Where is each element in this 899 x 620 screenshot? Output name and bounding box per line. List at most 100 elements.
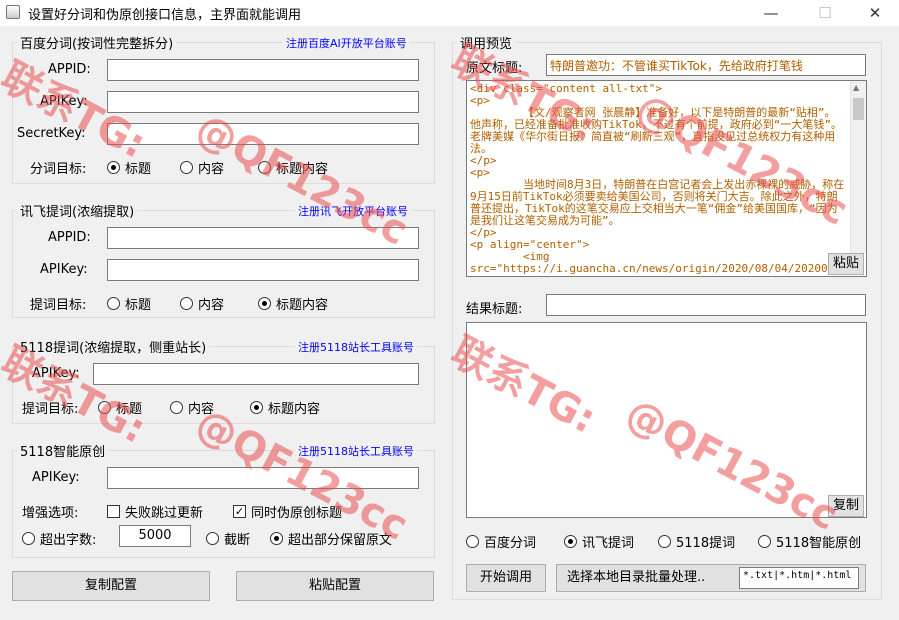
radio-indicator bbox=[180, 161, 193, 174]
w5118-target-content-radio[interactable]: 内容 bbox=[170, 398, 214, 417]
scroll-thumb[interactable] bbox=[853, 98, 864, 120]
xunfei-apikey-label: APIKey: bbox=[40, 262, 88, 277]
radio-label: 截断 bbox=[224, 533, 251, 548]
smart-apikey-input[interactable] bbox=[107, 467, 419, 489]
baidu-appid-label: APPID: bbox=[48, 62, 91, 77]
preview-group-title: 调用预览 bbox=[457, 33, 516, 52]
radio-indicator bbox=[564, 535, 577, 548]
rewrite-title-checkbox[interactable]: ✓ 同时伪原创标题 bbox=[233, 502, 342, 521]
w5118-register-link[interactable]: 注册5118站长工具账号 bbox=[295, 339, 417, 355]
radio-indicator bbox=[98, 401, 111, 414]
mode-5118-smart-radio[interactable]: 5118智能原创 bbox=[758, 532, 861, 551]
radio-indicator bbox=[758, 535, 771, 548]
radio-label: 内容 bbox=[198, 162, 225, 177]
result-title-label: 结果标题: bbox=[466, 302, 523, 317]
smart-apikey-label: APIKey: bbox=[32, 470, 80, 485]
truncate-radio[interactable]: 截断 bbox=[206, 529, 250, 548]
w5118-apikey-label: APIKey: bbox=[32, 366, 80, 381]
baidu-appid-input[interactable] bbox=[107, 59, 419, 81]
skip-on-fail-checkbox[interactable]: 失败跳过更新 bbox=[107, 502, 203, 521]
mode-5118-radio[interactable]: 5118提词 bbox=[658, 532, 735, 551]
mode-baidu-radio[interactable]: 百度分词 bbox=[466, 532, 536, 551]
xunfei-target-both-radio[interactable]: 标题内容 bbox=[258, 294, 328, 313]
baidu-target-both-radio[interactable]: 标题内容 bbox=[258, 158, 328, 177]
extension-filter-input[interactable]: *.txt|*.htm|*.html bbox=[739, 567, 859, 589]
keep-original-radio[interactable]: 超出部分保留原文 bbox=[270, 529, 392, 548]
exceed-count-input[interactable]: 5000 bbox=[119, 525, 191, 547]
close-button[interactable]: ✕ bbox=[852, 0, 898, 26]
baidu-target-title-radio[interactable]: 标题 bbox=[107, 158, 151, 177]
source-title-input[interactable]: 特朗普邀功：不管谁买TikTok，先给政府打笔钱 bbox=[546, 54, 866, 76]
radio-label: 百度分词 bbox=[484, 536, 537, 551]
xunfei-appid-input[interactable] bbox=[107, 227, 419, 249]
baidu-secretkey-input[interactable] bbox=[107, 123, 419, 145]
scroll-up-icon: ▲ bbox=[853, 83, 860, 92]
w5118-apikey-input[interactable] bbox=[93, 363, 419, 385]
radio-indicator bbox=[22, 532, 35, 545]
radio-indicator bbox=[107, 161, 120, 174]
radio-label: 讯飞提词 bbox=[582, 536, 635, 551]
checkbox-label: 同时伪原创标题 bbox=[251, 506, 343, 521]
radio-label: 标题 bbox=[125, 162, 152, 177]
checkbox-box bbox=[107, 505, 120, 518]
xunfei-target-title-radio[interactable]: 标题 bbox=[107, 294, 151, 313]
baidu-apikey-input[interactable] bbox=[107, 91, 419, 113]
baidu-secretkey-label: SecretKey: bbox=[17, 126, 86, 141]
minimize-button[interactable]: — bbox=[748, 0, 794, 26]
xunfei-appid-label: APPID: bbox=[48, 230, 91, 245]
exceed-radio[interactable]: 超出字数: bbox=[22, 529, 96, 548]
w5118-target-title-radio[interactable]: 标题 bbox=[98, 398, 142, 417]
smart-register-link[interactable]: 注册5118站长工具账号 bbox=[295, 443, 417, 459]
window-title: 设置好分词和伪原创接口信息，主界面就能调用 bbox=[28, 8, 302, 23]
radio-label: 标题内容 bbox=[268, 402, 321, 417]
source-content-textarea[interactable]: <div class="content all-txt"> <p> 【文/观察者… bbox=[466, 80, 867, 277]
mode-xunfei-radio[interactable]: 讯飞提词 bbox=[564, 532, 634, 551]
xunfei-target-label: 提词目标: bbox=[30, 298, 87, 313]
smart-enhance-label: 增强选项: bbox=[22, 506, 79, 521]
source-content-scrollbar[interactable]: ▲ bbox=[850, 81, 866, 253]
copy-button[interactable]: 复制 bbox=[828, 495, 864, 517]
radio-label: 标题内容 bbox=[276, 162, 329, 177]
radio-indicator bbox=[206, 532, 219, 545]
radio-label: 标题 bbox=[116, 402, 143, 417]
checkbox-label: 失败跳过更新 bbox=[125, 506, 204, 521]
result-content-textarea[interactable] bbox=[466, 322, 867, 518]
copy-config-button[interactable]: 复制配置 bbox=[12, 571, 210, 601]
check-icon: ✓ bbox=[233, 505, 246, 518]
radio-indicator bbox=[258, 297, 271, 310]
radio-indicator bbox=[170, 401, 183, 414]
xunfei-apikey-input[interactable] bbox=[107, 259, 419, 281]
app-icon bbox=[6, 5, 20, 19]
radio-label: 内容 bbox=[188, 402, 215, 417]
radio-indicator bbox=[180, 297, 193, 310]
baidu-target-content-radio[interactable]: 内容 bbox=[180, 158, 224, 177]
radio-indicator bbox=[270, 532, 283, 545]
radio-label: 5118提词 bbox=[676, 536, 736, 551]
radio-label: 超出字数: bbox=[40, 533, 97, 548]
xunfei-group-title: 讯飞提词(浓缩提取) bbox=[17, 201, 138, 220]
paste-button[interactable]: 粘贴 bbox=[828, 253, 864, 275]
baidu-group-title: 百度分词(按词性完整拆分) bbox=[17, 33, 177, 52]
radio-indicator bbox=[250, 401, 263, 414]
baidu-target-label: 分词目标: bbox=[30, 162, 87, 177]
baidu-register-link[interactable]: 注册百度AI开放平台账号 bbox=[283, 35, 410, 51]
radio-indicator bbox=[658, 535, 671, 548]
xunfei-target-content-radio[interactable]: 内容 bbox=[180, 294, 224, 313]
start-button[interactable]: 开始调用 bbox=[466, 564, 546, 592]
radio-label: 内容 bbox=[198, 298, 225, 313]
w5118-target-label: 提词目标: bbox=[22, 402, 79, 417]
radio-label: 超出部分保留原文 bbox=[288, 533, 393, 548]
smart-group-title: 5118智能原创 bbox=[17, 441, 109, 460]
radio-label: 5118智能原创 bbox=[776, 536, 862, 551]
w5118-target-both-radio[interactable]: 标题内容 bbox=[250, 398, 320, 417]
radio-indicator bbox=[258, 161, 271, 174]
maximize-button[interactable]: ☐ bbox=[802, 0, 848, 26]
paste-config-button[interactable]: 粘贴配置 bbox=[236, 571, 434, 601]
radio-indicator bbox=[466, 535, 479, 548]
radio-label: 标题内容 bbox=[276, 298, 329, 313]
radio-label: 标题 bbox=[125, 298, 152, 313]
xunfei-register-link[interactable]: 注册讯飞开放平台账号 bbox=[295, 203, 411, 219]
source-title-label: 原文标题: bbox=[466, 61, 523, 76]
result-title-input[interactable] bbox=[546, 294, 866, 316]
radio-indicator bbox=[107, 297, 120, 310]
